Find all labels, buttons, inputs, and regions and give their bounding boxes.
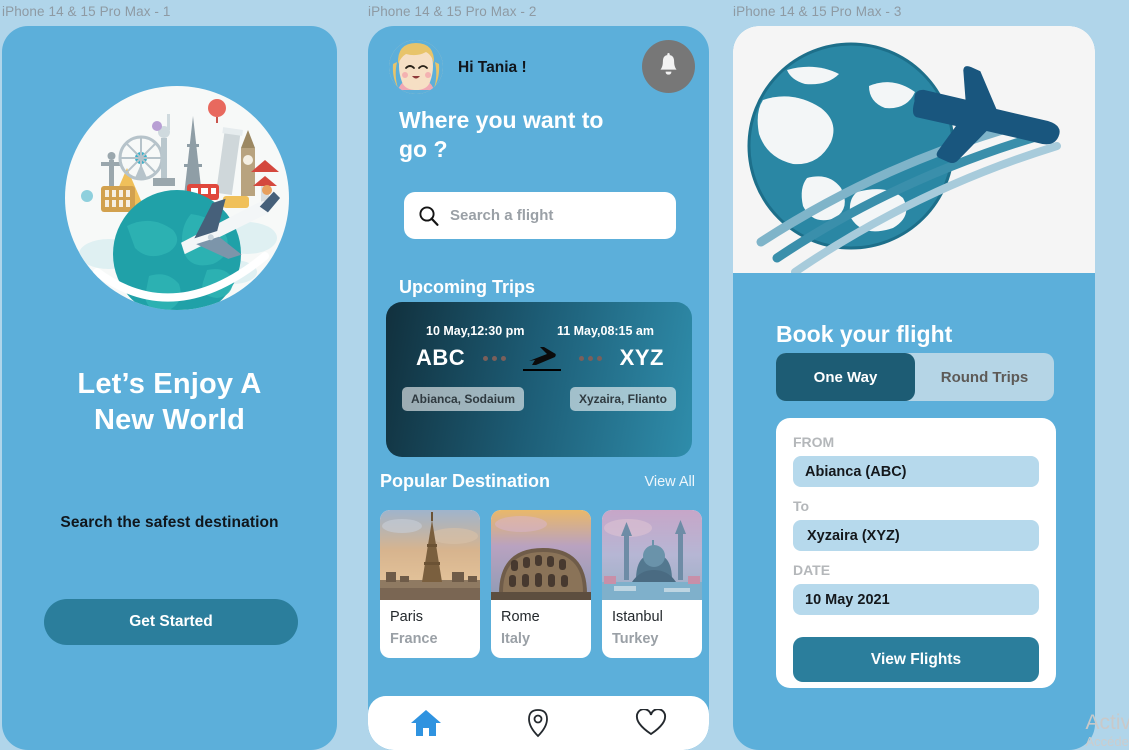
frame-label-2: iPhone 14 & 15 Pro Max - 2 [368,4,537,19]
home-icon [411,710,442,736]
trip-arrive-time: 11 May,08:15 am [556,324,654,338]
list-item[interactable]: Rome Italy [491,510,591,658]
home-heading-line-2: go ? [399,136,448,163]
globe-with-airplane-illustration [733,26,1095,273]
trip-origin-place: Abianca, Sodaium [402,387,525,411]
tab-one-way[interactable]: One Way [776,353,915,401]
date-label: DATE [793,562,831,578]
destination-country: France [390,631,438,647]
bell-icon [660,53,677,75]
avatar[interactable] [389,40,443,94]
view-flights-button[interactable]: View Flights [793,637,1039,682]
route-dots-right [579,355,603,361]
watermark-line-2: Accéde [1085,734,1129,750]
upcoming-trip-card[interactable]: 10 May,12:30 pm 11 May,08:15 am ABC XYZ … [386,302,692,457]
popular-destination-title: Popular Destination [380,471,551,491]
heart-icon [635,709,666,736]
route-dots-left [482,355,506,361]
to-field[interactable]: Xyzaira (XYZ) [793,520,1039,551]
title-line-2: New World [93,404,246,437]
nav-item-location[interactable] [526,708,550,738]
trip-destination-code: XYZ [619,345,664,370]
destination-name: Istanbul [612,609,663,625]
from-label: FROM [793,434,835,450]
trip-type-toggle: One Way Round Trips [776,353,1054,401]
trip-origin-code: ABC [416,345,466,370]
home-heading: Where you want to go ? [399,106,629,165]
nav-item-favorites[interactable] [635,709,667,737]
from-field[interactable]: Abianca (ABC) [793,456,1039,487]
colosseum-photo [491,510,591,600]
blue-mosque-photo [602,510,702,600]
frame-label-3: iPhone 14 & 15 Pro Max - 3 [733,4,902,19]
design-canvas: iPhone 14 & 15 Pro Max - 1 iPhone 14 & 1… [0,0,1129,750]
airplane-icon [523,346,562,371]
list-item[interactable]: Istanbul Turkey [602,510,702,658]
list-item[interactable]: Paris France [380,510,480,658]
search-input[interactable] [450,207,660,224]
search-icon [419,206,439,226]
tab-round-trips[interactable]: Round Trips [915,353,1054,401]
booking-title: Book your flight [776,321,953,347]
destination-name: Rome [501,609,540,625]
trip-depart-time: 10 May,12:30 pm [426,324,525,338]
destination-name: Paris [390,609,424,625]
phone-frame-home: Hi Tania ! Where you want to go ? Upcomi… [368,26,709,750]
phone-frame-onboarding: Let’s Enjoy A New World Search the safes… [2,26,337,750]
upcoming-trips-title: Upcoming Trips [399,277,536,297]
nav-item-home[interactable] [410,708,442,738]
title-line-1: Let’s Enjoy A [77,368,262,400]
home-heading-line-1: Where you want to [399,107,604,133]
view-all-link[interactable]: View All [644,474,695,490]
phone-frame-booking: Book your flight One Way Round Trips FRO… [733,26,1095,750]
eiffel-tower-photo [380,510,480,600]
greeting-text: Hi Tania ! [458,59,527,76]
globe-landmarks-airplane-illustration [65,86,289,310]
destination-list: Paris France Rome Italy Istanbul Turkey [380,510,702,658]
trip-destination-place: Xyzaira, Flianto [569,387,676,411]
frame-label-1: iPhone 14 & 15 Pro Max - 1 [2,4,171,19]
date-field[interactable]: 10 May 2021 [793,584,1039,615]
page-title: Let’s Enjoy A New World [2,366,337,439]
search-flight-field[interactable] [404,192,676,239]
booking-form-card: FROM Abianca (ABC) To Xyzaira (XYZ) DATE… [776,418,1056,688]
get-started-button[interactable]: Get Started [44,599,298,645]
page-subtitle: Search the safest destination [60,514,279,531]
location-pin-icon [528,709,549,738]
notification-button[interactable] [642,40,695,93]
bottom-navigation [368,696,709,750]
destination-country: Turkey [612,631,659,647]
to-label: To [793,498,810,514]
destination-country: Italy [501,631,531,647]
